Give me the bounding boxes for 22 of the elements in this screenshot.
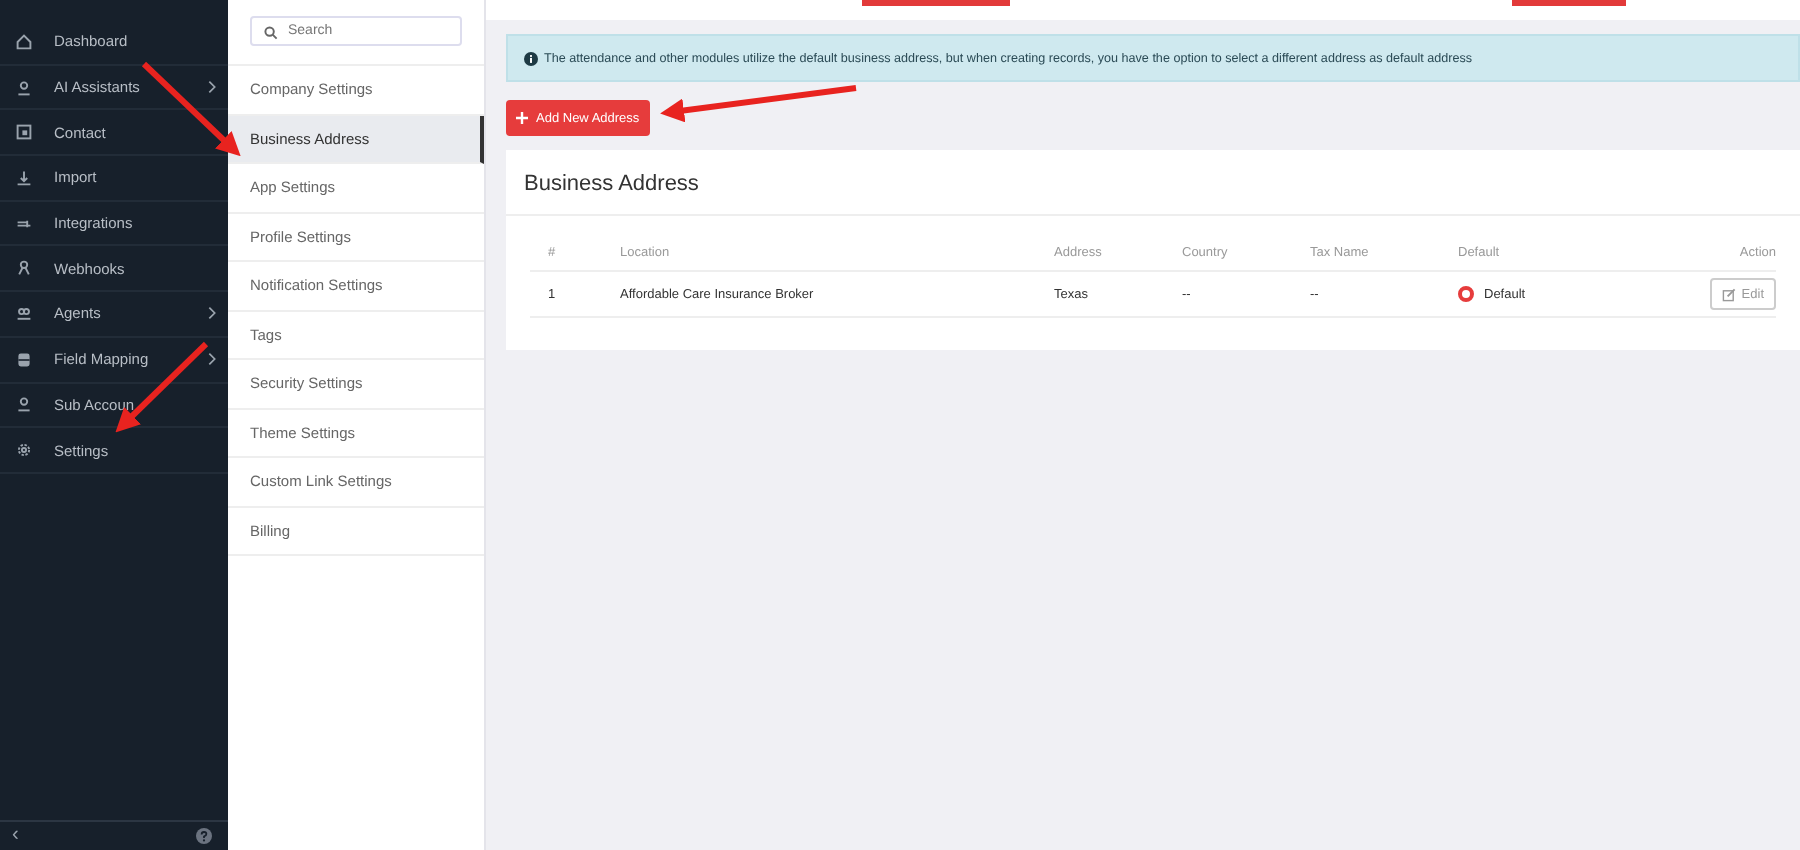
collapse-button[interactable]: ‹ bbox=[12, 826, 19, 846]
gear-icon bbox=[16, 442, 32, 459]
home-icon bbox=[16, 33, 32, 50]
person-icon bbox=[16, 396, 32, 413]
plug-icon bbox=[16, 215, 32, 232]
card-title: Business Address bbox=[506, 150, 1800, 216]
person-icon bbox=[16, 79, 32, 96]
people-icon bbox=[16, 305, 32, 322]
radio-button[interactable] bbox=[1458, 286, 1474, 302]
plus-icon bbox=[516, 112, 528, 124]
annotation-arrow bbox=[141, 61, 241, 157]
info-icon bbox=[524, 51, 538, 65]
tab-underline bbox=[1512, 0, 1626, 6]
download-icon bbox=[16, 169, 32, 186]
help-icon[interactable] bbox=[196, 828, 212, 844]
chevron-icon bbox=[208, 352, 216, 367]
chevron-icon bbox=[208, 80, 216, 95]
contact-card-icon bbox=[16, 124, 32, 141]
database-icon bbox=[16, 351, 32, 368]
webhook-icon bbox=[16, 260, 32, 277]
edit-icon bbox=[1721, 287, 1736, 301]
chevron-icon bbox=[208, 306, 216, 321]
